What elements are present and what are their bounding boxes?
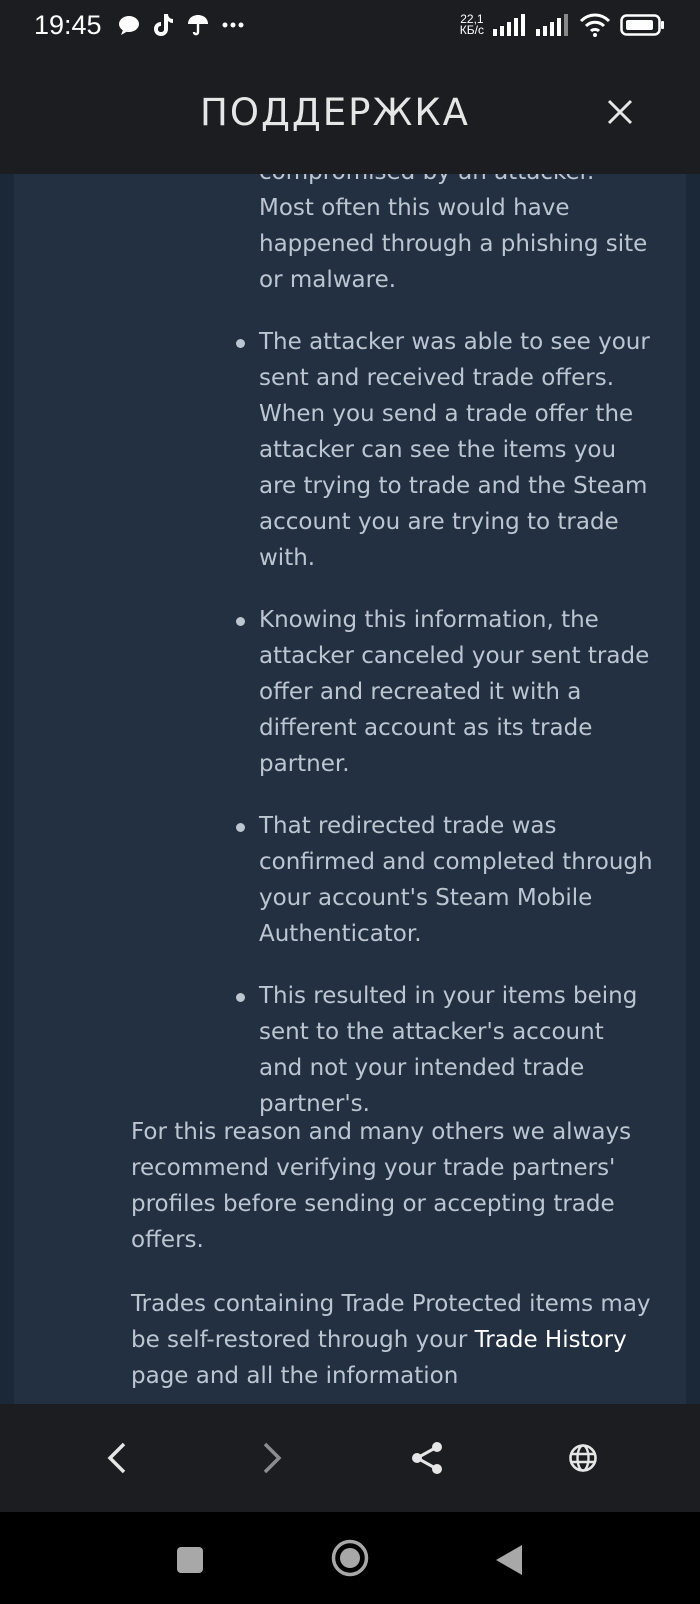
- list-item-text: compromised by an attacker. Most often t…: [259, 174, 648, 293]
- restore-paragraph: Trades containing Trade Protected items …: [131, 1286, 651, 1394]
- status-bar: 19:45 22,1 КБ/с: [0, 0, 700, 50]
- list-item: compromised by an attacker. Most often t…: [14, 174, 654, 298]
- status-left: 19:45: [34, 10, 244, 41]
- content-scroll-area[interactable]: compromised by an attacker. Most often t…: [0, 174, 700, 1404]
- bullet-dot: [236, 823, 245, 832]
- back-triangle-icon: [496, 1545, 522, 1575]
- system-back-button[interactable]: [495, 1544, 523, 1580]
- globe-icon: [569, 1444, 597, 1472]
- tiktok-icon: [152, 13, 174, 37]
- back-arrow-icon: [107, 1442, 126, 1474]
- signal-icon: [493, 14, 527, 36]
- bullet-dot: [236, 617, 245, 626]
- signal-icon: [536, 14, 570, 36]
- battery-icon: [620, 14, 666, 36]
- close-icon: [607, 99, 633, 125]
- list-item-text: That redirected trade was confirmed and …: [259, 813, 653, 947]
- status-right: 22,1 КБ/с: [460, 13, 666, 37]
- net-speed: 22,1 КБ/с: [459, 13, 484, 37]
- recents-button[interactable]: [176, 1546, 204, 1578]
- system-nav-bar: [0, 1512, 700, 1604]
- wifi-icon: [579, 13, 611, 37]
- share-icon: [412, 1442, 442, 1474]
- support-header: ПОДДЕРЖКА: [0, 50, 700, 174]
- forward-button[interactable]: [252, 1438, 292, 1478]
- globe-button[interactable]: [563, 1438, 603, 1478]
- forward-arrow-icon: [263, 1442, 282, 1474]
- net-speed-unit: КБ/с: [459, 23, 484, 37]
- recommend-paragraph: For this reason and many others we alway…: [131, 1119, 632, 1253]
- more-dots-icon: [222, 22, 244, 28]
- bullet-dot: [236, 993, 245, 1002]
- bullet-dot: [236, 339, 245, 348]
- recents-square-icon: [177, 1547, 203, 1573]
- chat-bubble-icon: [118, 15, 140, 35]
- list-item: That redirected trade was confirmed and …: [14, 808, 654, 952]
- list-item: Knowing this information, the attacker c…: [14, 602, 654, 782]
- back-button[interactable]: [97, 1438, 137, 1478]
- close-button[interactable]: [604, 96, 636, 128]
- bullet-list: compromised by an attacker. Most often t…: [14, 174, 686, 1148]
- trade-history-link[interactable]: Trade History: [475, 1327, 627, 1353]
- list-item: This resulted in your items being sent t…: [14, 978, 654, 1122]
- browser-toolbar: [0, 1404, 700, 1512]
- list-item-text: Knowing this information, the attacker c…: [259, 607, 650, 777]
- list-item-text: The attacker was able to see your sent a…: [259, 329, 650, 571]
- home-button[interactable]: [331, 1539, 369, 1581]
- list-item-text: This resulted in your items being sent t…: [259, 983, 638, 1117]
- share-button[interactable]: [407, 1438, 447, 1478]
- home-circle-icon: [331, 1539, 369, 1577]
- restore-text-after: page and all the information: [131, 1363, 459, 1389]
- page-title: ПОДДЕРЖКА: [200, 90, 470, 134]
- status-time: 19:45: [34, 9, 102, 40]
- umbrella-icon: [186, 13, 210, 37]
- list-item: The attacker was able to see your sent a…: [14, 324, 654, 576]
- content-panel: compromised by an attacker. Most often t…: [14, 174, 686, 1404]
